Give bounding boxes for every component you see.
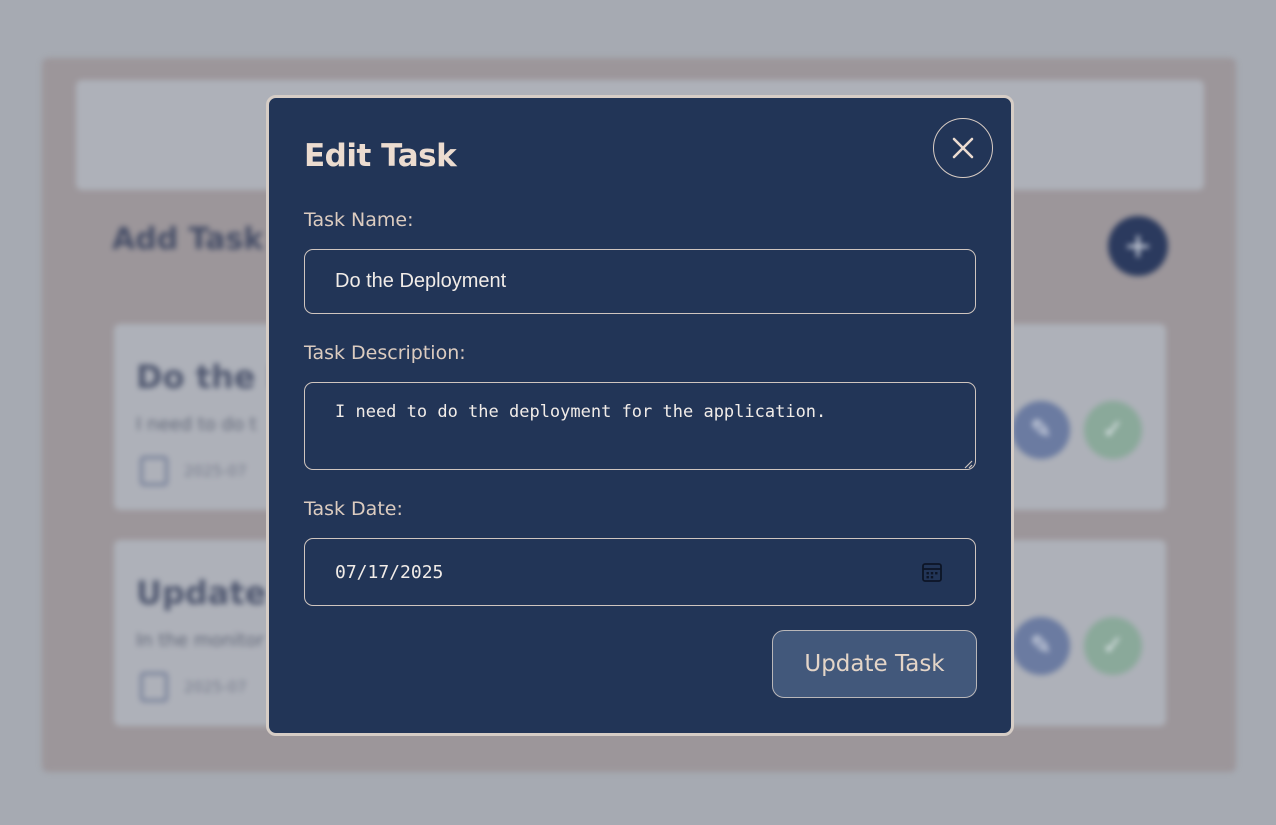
task-date-label: Task Date: [304, 498, 403, 520]
task-description-label: Task Description: [304, 342, 466, 364]
calendar-icon[interactable] [921, 561, 943, 583]
complete-task-button: ✓ [1084, 617, 1142, 675]
task-card-date: 2025-07 [184, 678, 247, 696]
close-button[interactable] [933, 118, 993, 178]
plus-icon: + [1123, 226, 1153, 266]
calendar-icon [140, 672, 168, 702]
pencil-icon: ✎ [1030, 631, 1052, 661]
close-icon [952, 137, 974, 159]
task-card-description: In the monitor [136, 630, 265, 651]
pencil-icon: ✎ [1030, 415, 1052, 445]
edit-task-modal: Edit Task Task Name: Task Description: I… [266, 95, 1014, 736]
complete-task-button: ✓ [1084, 401, 1142, 459]
calendar-icon [140, 456, 168, 486]
task-card-date: 2025-07 [184, 462, 247, 480]
edit-task-button: ✎ [1012, 401, 1070, 459]
modal-title: Edit Task [304, 138, 457, 174]
task-date-input[interactable]: 07/17/2025 [304, 538, 976, 606]
task-description-input[interactable]: I need to do the deployment for the appl… [304, 382, 976, 470]
check-icon: ✓ [1102, 415, 1124, 445]
update-task-button[interactable]: Update Task [772, 630, 977, 698]
resize-handle-icon[interactable] [964, 460, 973, 469]
add-task-button: + [1108, 216, 1168, 276]
check-icon: ✓ [1102, 631, 1124, 661]
edit-task-button: ✎ [1012, 617, 1070, 675]
task-card-description: I need to do t [136, 414, 257, 435]
task-name-label: Task Name: [304, 209, 414, 231]
task-name-input[interactable] [304, 249, 976, 314]
task-date-value[interactable]: 07/17/2025 [335, 562, 443, 583]
add-task-heading: Add Task [112, 222, 264, 257]
